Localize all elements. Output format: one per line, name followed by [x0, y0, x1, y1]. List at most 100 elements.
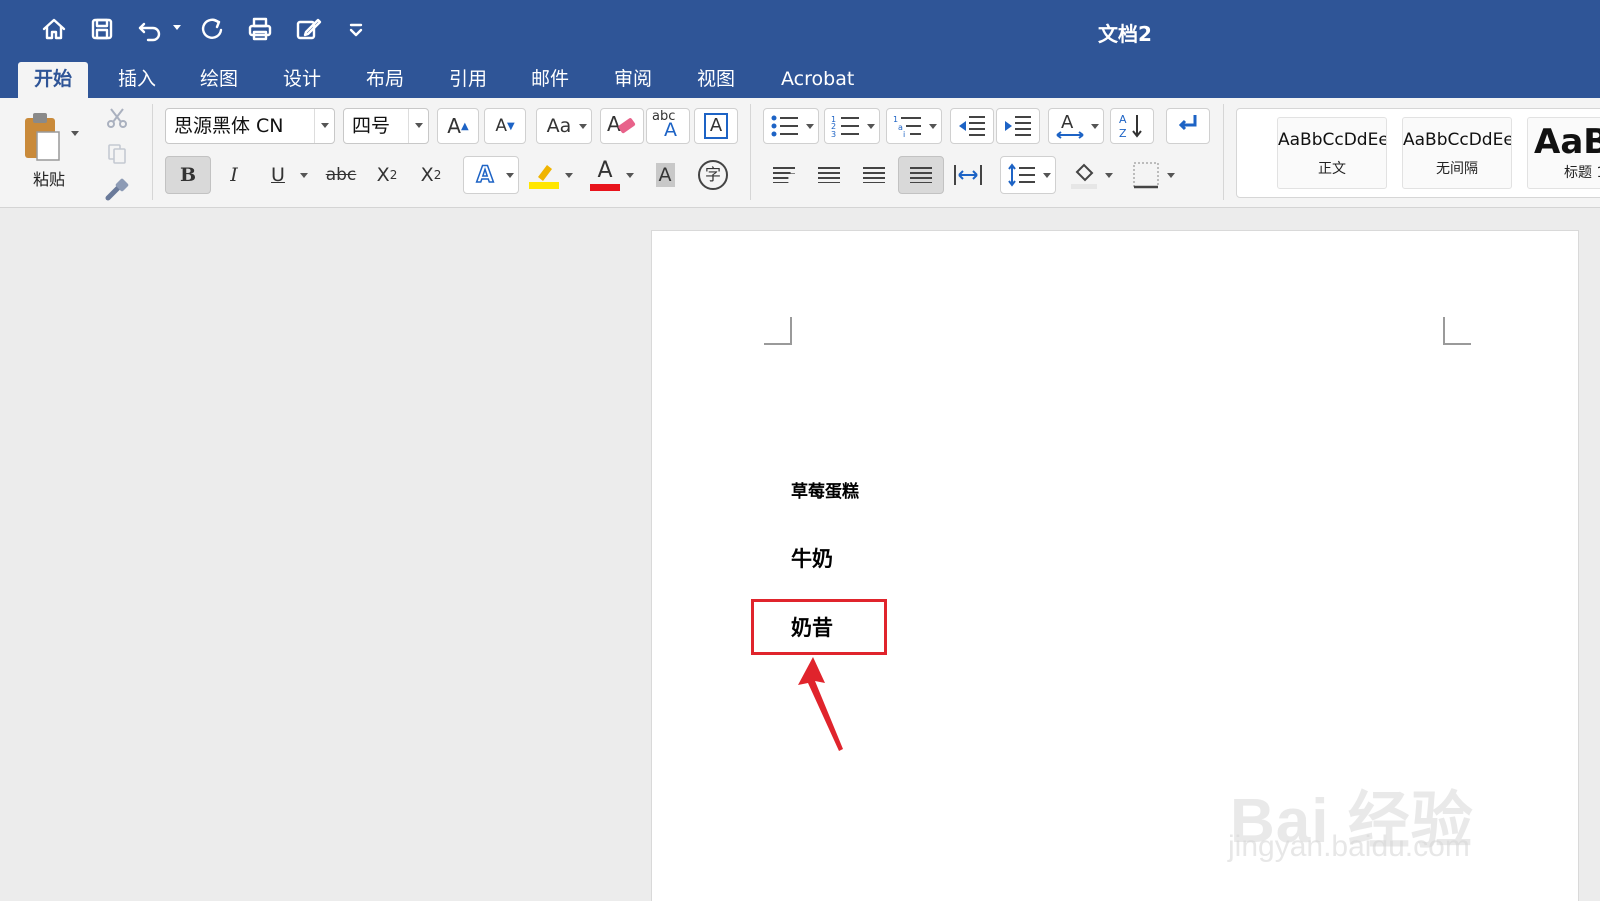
customize-icon[interactable] [340, 13, 372, 45]
edit-icon[interactable] [292, 13, 324, 45]
watermark-url: jingyan.baidu.com [1228, 830, 1470, 863]
text-effects-button[interactable]: A [463, 156, 519, 194]
character-shading-button[interactable]: A [645, 156, 685, 194]
style-normal[interactable]: AaBbCcDdEe 正文 [1277, 117, 1387, 189]
document-line[interactable]: 牛奶 [791, 543, 833, 573]
grow-font-button[interactable]: A ▲ [437, 108, 479, 144]
change-case-button[interactable]: Aa [536, 108, 592, 144]
superscript-button[interactable]: X2 [411, 156, 451, 194]
line-spacing-button[interactable] [1000, 156, 1056, 194]
tab-acrobat[interactable]: Acrobat [765, 62, 870, 98]
superscript-icon: X [420, 164, 434, 186]
character-spacing-button[interactable]: A [1048, 108, 1104, 144]
shrink-font-icon: A [495, 116, 507, 136]
undo-dropdown-caret[interactable] [173, 25, 181, 30]
save-icon[interactable] [86, 13, 118, 45]
paste-button[interactable] [18, 108, 66, 164]
justify-icon [910, 167, 932, 183]
multilevel-list-button[interactable]: 1ai [886, 108, 942, 144]
tab-draw[interactable]: 绘图 [184, 62, 254, 98]
line-spacing-icon [1008, 163, 1035, 187]
bulleted-list-icon [771, 115, 798, 137]
chevron-down-icon[interactable] [314, 109, 334, 143]
bullets-button[interactable] [763, 108, 819, 144]
increase-indent-button[interactable] [996, 108, 1040, 144]
tab-insert[interactable]: 插入 [102, 62, 172, 98]
title-bar: 文档2 [0, 0, 1600, 62]
shrink-font-button[interactable]: A ▼ [484, 108, 526, 144]
copy-button[interactable] [102, 139, 132, 169]
highlight-color-swatch [529, 182, 559, 189]
tab-mailings[interactable]: 邮件 [515, 62, 585, 98]
italic-button[interactable]: I [214, 156, 254, 194]
decrease-indent-button[interactable] [950, 108, 994, 144]
document-title: 文档2 [1098, 22, 1152, 46]
change-case-icon: Aa [546, 115, 572, 137]
annotation-highlight-box [751, 599, 887, 655]
tab-references[interactable]: 引用 [433, 62, 503, 98]
text-effects-icon: A [476, 162, 495, 189]
paste-label: 粘贴 [33, 170, 66, 189]
justify-button[interactable] [898, 156, 944, 194]
enclose-characters-button[interactable]: 字 [690, 156, 736, 194]
chevron-down-icon[interactable] [408, 109, 428, 143]
ribbon-separator [152, 104, 153, 200]
font-color-button[interactable]: A [583, 156, 639, 194]
align-right-button[interactable] [853, 156, 895, 194]
style-no-spacing[interactable]: AaBbCcDdEe 无间隔 [1402, 117, 1512, 189]
numbering-button[interactable]: 123 [824, 108, 880, 144]
tab-design[interactable]: 设计 [267, 62, 337, 98]
style-name: 正文 [1318, 161, 1346, 177]
tab-layout[interactable]: 布局 [350, 62, 420, 98]
phonetic-letter: A [664, 119, 677, 141]
align-left-button[interactable] [763, 156, 805, 194]
highlighter-icon [529, 165, 559, 189]
font-size-combobox[interactable]: 四号 [343, 108, 429, 144]
phonetic-guide-button[interactable]: abc A [646, 108, 690, 144]
tab-view[interactable]: 视图 [681, 62, 751, 98]
underline-button[interactable]: U [257, 156, 313, 194]
style-name: 无间隔 [1436, 161, 1478, 177]
style-preview: AaB [1534, 122, 1600, 162]
subscript-button[interactable]: X2 [367, 156, 407, 194]
align-left-icon [773, 167, 795, 183]
superscript-mark: 2 [433, 168, 442, 182]
tab-home[interactable]: 开始 [18, 62, 89, 98]
svg-text:3: 3 [831, 130, 836, 138]
italic-icon: I [230, 164, 238, 186]
highlight-button[interactable] [522, 156, 578, 194]
enclose-characters-icon: 字 [698, 160, 728, 190]
redo-icon[interactable] [196, 13, 228, 45]
scissors-icon [107, 108, 127, 128]
sort-button[interactable]: AZ [1110, 108, 1154, 144]
style-heading-1[interactable]: AaB 标题 1 [1527, 117, 1600, 189]
bold-button[interactable]: B [165, 156, 211, 194]
format-painter-button[interactable] [102, 174, 132, 204]
grow-font-icon: A [447, 114, 461, 138]
svg-text:Z: Z [1119, 127, 1127, 140]
print-icon[interactable] [244, 13, 276, 45]
undo-icon[interactable] [134, 13, 166, 45]
home-icon[interactable] [38, 13, 70, 45]
paint-bucket-icon [1071, 163, 1097, 189]
show-marks-button[interactable] [1166, 108, 1210, 144]
shading-button[interactable] [1062, 156, 1118, 194]
distributed-button[interactable] [946, 156, 990, 194]
numbered-list-icon: 123 [831, 115, 859, 138]
character-shading-icon: A [655, 163, 675, 187]
align-center-button[interactable] [808, 156, 850, 194]
document-line[interactable]: 草莓蛋糕 [791, 477, 859, 502]
cut-button[interactable] [102, 103, 132, 133]
font-size-value: 四号 [352, 115, 391, 137]
font-name-combobox[interactable]: 思源黑体 CN [165, 108, 335, 144]
tab-review[interactable]: 审阅 [598, 62, 668, 98]
paste-options-dropdown[interactable] [70, 126, 84, 140]
bold-icon: B [179, 164, 197, 186]
character-border-button[interactable]: A [694, 108, 738, 144]
style-preview: AaBbCcDdEe [1403, 130, 1511, 150]
strikethrough-button[interactable]: abc [318, 156, 364, 194]
margin-corner-mark [1443, 317, 1471, 345]
borders-button[interactable] [1124, 156, 1180, 194]
clear-formatting-button[interactable]: A [600, 108, 644, 144]
underline-icon: U [271, 164, 285, 186]
